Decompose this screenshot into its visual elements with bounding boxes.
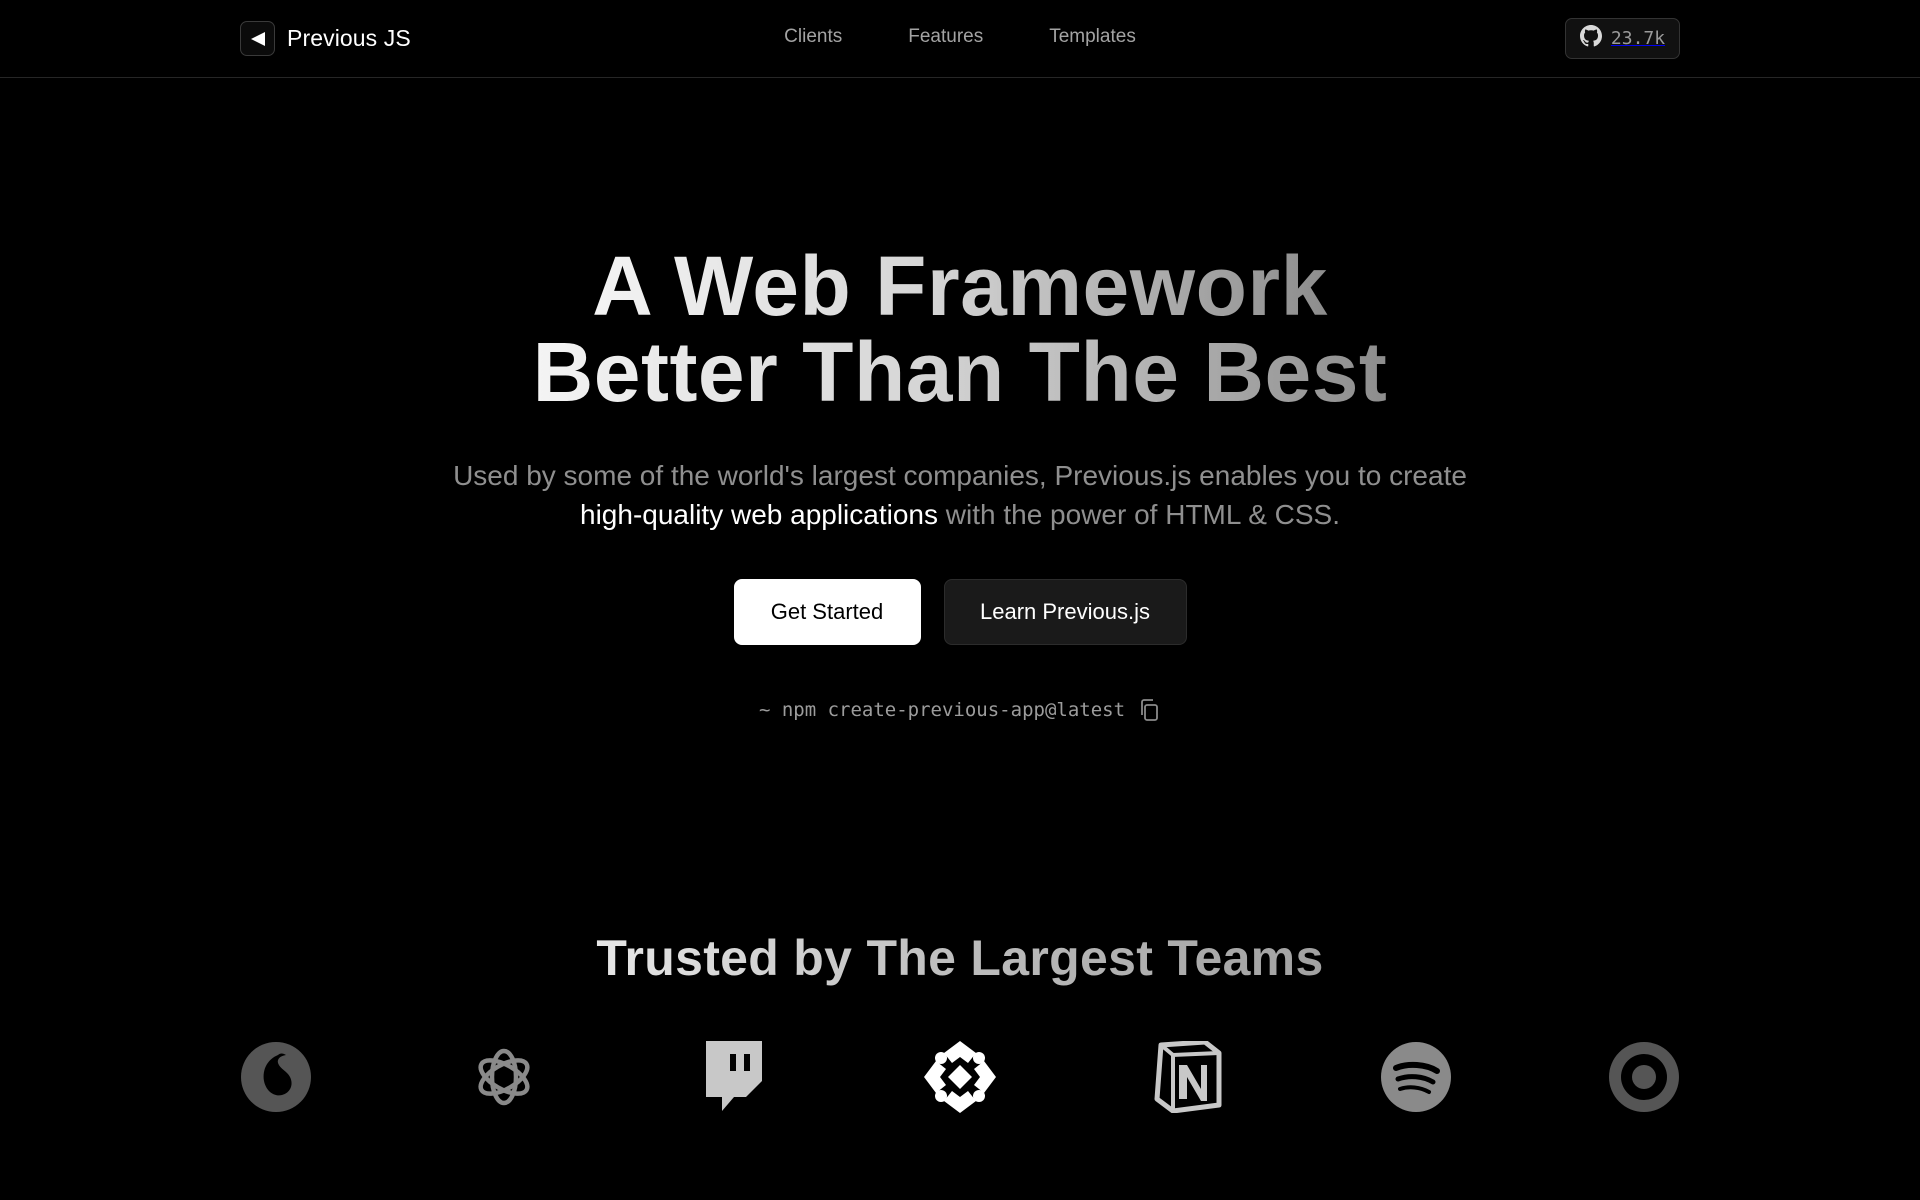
spotify-icon [1380, 1041, 1452, 1113]
nav-features-link[interactable]: Features [908, 26, 983, 48]
vodafone-icon [240, 1041, 312, 1113]
github-star-count: 23.7k [1610, 28, 1666, 49]
openai-icon [468, 1041, 540, 1113]
install-command-row: ~ npm create-previous-app@latest [0, 697, 1920, 723]
hero-cta-row: Get Started Learn Previous.js [0, 579, 1920, 645]
nav-templates-link[interactable]: Templates [1049, 26, 1136, 48]
github-icon [1579, 25, 1602, 52]
hero-subtitle-part-2: with the power of HTML & CSS. [945, 499, 1340, 530]
install-command: ~ npm create-previous-app@latest [758, 699, 1126, 721]
learn-previous-button[interactable]: Learn Previous.js [943, 579, 1187, 645]
github-stars-button[interactable]: 23.7k [1565, 18, 1680, 59]
twitch-icon [696, 1041, 768, 1113]
ign-icon [924, 1041, 996, 1113]
notion-icon [1152, 1041, 1224, 1113]
get-started-button[interactable]: Get Started [733, 579, 921, 645]
copy-icon[interactable] [1137, 697, 1161, 723]
client-logos [240, 1041, 1680, 1113]
hero-subtitle-highlight: high-quality web applications [580, 499, 938, 530]
hero-subtitle: Used by some of the world's largest comp… [0, 456, 1920, 534]
trusted-title: Trusted by The Largest Teams [0, 928, 1920, 988]
top-navbar: Previous JS Clients Features Templates 2… [0, 0, 1920, 78]
trusted-title-text: Trusted by The Largest Teams [596, 930, 1324, 986]
hero-subtitle-part-1: Used by some of the world's largest comp… [453, 460, 1467, 491]
hero-title-line-1: A Web Framework [592, 239, 1328, 333]
hero-title-line-2: Better Than The Best [532, 325, 1388, 419]
target-icon [1608, 1041, 1680, 1113]
nav-clients-link[interactable]: Clients [784, 26, 842, 48]
hero-title: A Web Framework Better Than The Best [0, 243, 1920, 415]
